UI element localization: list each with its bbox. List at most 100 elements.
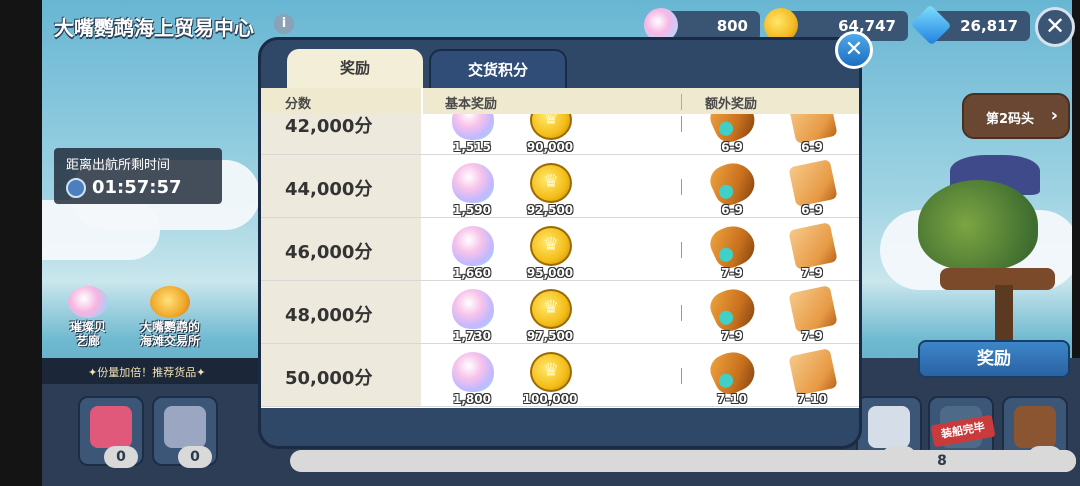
reward-item: 1,515 bbox=[437, 114, 507, 154]
score-cell: 50,000分 bbox=[261, 344, 421, 406]
reward-item: 6-9 bbox=[777, 157, 847, 217]
reward-item: 1,730 bbox=[437, 283, 507, 343]
reward-item: 6-9 bbox=[777, 114, 847, 154]
reward-item: 6-9 bbox=[697, 155, 767, 217]
score-value: 48,000分 bbox=[285, 305, 373, 326]
gold-coin-icon bbox=[530, 352, 572, 392]
pier-button[interactable]: 第2码头 › bbox=[962, 93, 1070, 139]
reward-amount: 7-9 bbox=[721, 329, 743, 343]
reward-amount: 1,660 bbox=[453, 266, 491, 280]
reward-amount: 7-9 bbox=[801, 266, 823, 280]
slot-count: 0 bbox=[178, 446, 212, 468]
tab-delivery-points[interactable]: 交货积分 bbox=[429, 49, 567, 89]
departure-timer: 距离出航所剩时间 01:57:57 bbox=[54, 148, 222, 204]
parrot-character bbox=[918, 180, 1038, 270]
column-divider bbox=[681, 305, 682, 321]
parrot-exchange-button[interactable]: 大嘴鹦鹉的 海滩交易所 bbox=[134, 286, 206, 348]
column-header-extra: 额外奖励 bbox=[705, 97, 758, 112]
table-row: 50,000分 1,800 100,000 7-10 7-10 bbox=[261, 344, 859, 407]
reward-amount: 1,800 bbox=[453, 392, 491, 406]
table-row: 42,000分 1,515 90,000 6-9 6-9 bbox=[261, 114, 859, 155]
column-header-basic: 基本奖励 bbox=[445, 97, 498, 112]
reward-button[interactable]: 奖励 bbox=[918, 340, 1070, 378]
table-row: 48,000分 1,730 97,500 7-9 7-9 bbox=[261, 281, 859, 344]
score-cell: 48,000分 bbox=[261, 281, 421, 343]
column-divider bbox=[681, 368, 682, 384]
score-value: 42,000分 bbox=[285, 116, 373, 137]
chevron-right-icon: › bbox=[1050, 105, 1058, 126]
reward-item: 1,800 bbox=[437, 346, 507, 406]
reward-item: 92,500 bbox=[515, 157, 585, 217]
pearl-shell-icon bbox=[452, 114, 494, 140]
reward-item: 100,000 bbox=[515, 346, 585, 406]
column-divider bbox=[681, 242, 682, 258]
telescope-icon bbox=[705, 155, 761, 211]
gold-coin-icon bbox=[530, 226, 572, 266]
reward-item: 7-9 bbox=[777, 220, 847, 280]
score-value: 44,000分 bbox=[285, 179, 373, 200]
reward-amount: 1,730 bbox=[453, 329, 491, 343]
timer-label: 距离出航所剩时间 bbox=[66, 158, 171, 173]
column-header-score: 分数 bbox=[285, 97, 312, 112]
score-cell: 42,000分 bbox=[261, 114, 421, 154]
reward-amount: 6-9 bbox=[721, 140, 743, 154]
page-title: 大嘴鹦鹉海上贸易中心 bbox=[54, 16, 254, 40]
score-value: 46,000分 bbox=[285, 242, 373, 263]
shell-gallery-label: 璀璨贝 艺廊 bbox=[69, 320, 106, 348]
reward-item: 97,500 bbox=[515, 283, 585, 343]
table-row: 44,000分 1,590 92,500 6-9 6-9 bbox=[261, 155, 859, 218]
reward-amount: 97,500 bbox=[526, 329, 574, 343]
treasure-map-icon bbox=[788, 285, 838, 333]
gold-coin-icon bbox=[530, 114, 572, 140]
reward-amount: 92,500 bbox=[526, 203, 574, 217]
shell-gallery-button[interactable]: 璀璨贝 艺廊 bbox=[58, 286, 118, 348]
promo-text: ✦份量加倍！推荐货品✦ bbox=[88, 366, 206, 379]
clock-icon bbox=[66, 178, 86, 198]
heart-item-icon bbox=[90, 406, 132, 448]
inventory-slot[interactable]: 0 bbox=[78, 396, 144, 468]
pearl-shell-icon bbox=[452, 352, 494, 392]
rewards-modal: 奖励 交货积分 ✕ 分数 基本奖励 额外奖励 42,000分 1,515 90,… bbox=[258, 31, 873, 449]
table-header: 分数 基本奖励 额外奖励 bbox=[261, 88, 859, 114]
reward-amount: 100,000 bbox=[522, 392, 578, 406]
reward-amount: 6-9 bbox=[801, 140, 823, 154]
blue-gem-icon bbox=[910, 4, 952, 46]
treasure-map-icon bbox=[788, 348, 838, 396]
reward-amount: 90,000 bbox=[526, 140, 574, 154]
rewards-table: 分数 基本奖励 额外奖励 42,000分 1,515 90,000 6-9 6-… bbox=[261, 88, 859, 408]
reward-item: 1,590 bbox=[437, 157, 507, 217]
pier-button-label: 第2码头 bbox=[986, 112, 1035, 127]
parrot-exchange-label: 大嘴鹦鹉的 海滩交易所 bbox=[139, 320, 200, 348]
reward-item: 90,000 bbox=[515, 114, 585, 154]
header-divider bbox=[421, 88, 423, 114]
reward-amount: 6-9 bbox=[721, 203, 743, 217]
info-icon[interactable]: i bbox=[274, 14, 294, 34]
column-divider bbox=[681, 179, 682, 195]
slot-count: 0 bbox=[104, 446, 138, 468]
close-page-button[interactable]: ✕ bbox=[1035, 7, 1075, 47]
reward-amount: 1,590 bbox=[453, 203, 491, 217]
rewards-list[interactable]: 42,000分 1,515 90,000 6-9 6-9 44,000分 1,5… bbox=[261, 114, 859, 408]
timer-value: 01:57:57 bbox=[92, 177, 182, 198]
pearl-shell-icon bbox=[452, 226, 494, 266]
reward-item: 7-10 bbox=[697, 344, 767, 406]
reward-item: 7-10 bbox=[777, 346, 847, 406]
reward-item: 1,660 bbox=[437, 220, 507, 280]
reward-amount: 1,515 bbox=[453, 140, 491, 154]
reward-amount: 7-9 bbox=[801, 329, 823, 343]
telescope-icon bbox=[705, 281, 761, 337]
reward-amount: 7-10 bbox=[716, 392, 748, 406]
treasure-map-icon bbox=[788, 222, 838, 270]
header-divider bbox=[681, 94, 682, 110]
pearl-shell-icon bbox=[452, 289, 494, 329]
left-edge bbox=[0, 0, 42, 486]
parrot-icon bbox=[150, 286, 190, 318]
inventory-slot[interactable]: 0 bbox=[152, 396, 218, 468]
close-modal-button[interactable]: ✕ bbox=[835, 31, 873, 69]
pearl-shell-icon bbox=[452, 163, 494, 203]
table-row: 46,000分 1,660 95,000 7-9 7-9 bbox=[261, 218, 859, 281]
score-value: 50,000分 bbox=[285, 368, 373, 389]
tab-rewards[interactable]: 奖励 bbox=[287, 49, 423, 89]
gold-coin-icon bbox=[530, 289, 572, 329]
reward-amount: 7-10 bbox=[796, 392, 828, 406]
